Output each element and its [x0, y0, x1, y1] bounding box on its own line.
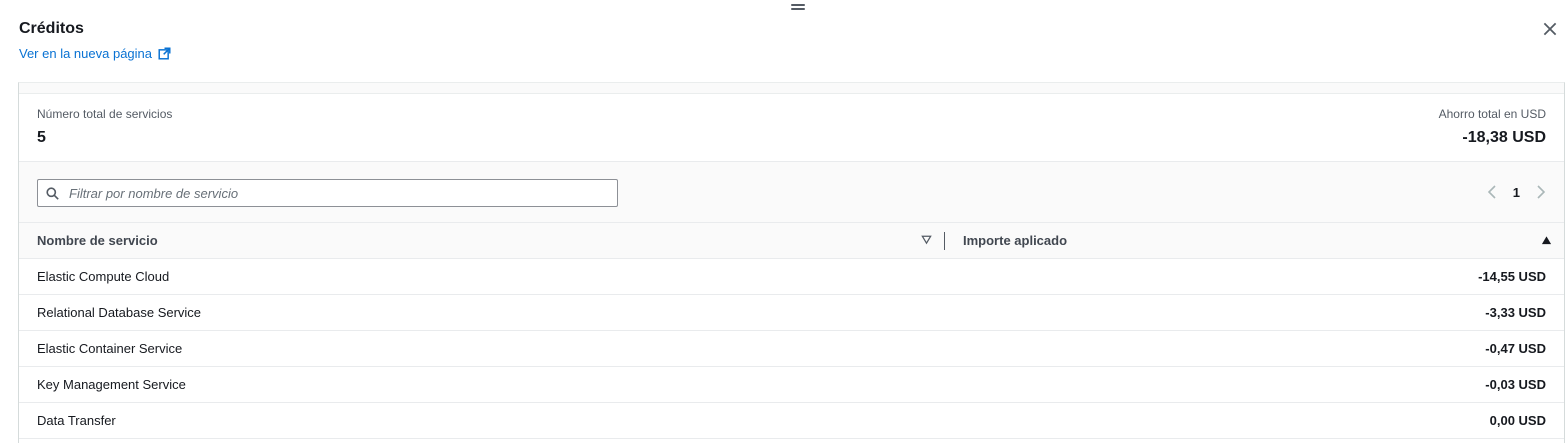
table-row: Data Transfer 0,00 USD	[19, 403, 1564, 439]
close-icon[interactable]	[1541, 20, 1559, 38]
applied-amount: 0,00 USD	[1489, 413, 1546, 428]
panel-title: Créditos	[19, 20, 84, 37]
total-services-value: 5	[37, 129, 46, 146]
applied-amount: -0,03 USD	[1485, 377, 1546, 392]
drag-handle-icon[interactable]	[791, 2, 805, 14]
table-row: Key Management Service -0,03 USD	[19, 367, 1564, 403]
open-new-page-link[interactable]: Ver en la nueva página	[19, 46, 171, 61]
credits-panel: Número total de servicios 5 Ahorro total…	[18, 82, 1565, 443]
table-row: Elastic Compute Cloud -14,55 USD	[19, 259, 1564, 295]
next-page-icon[interactable]	[1536, 184, 1546, 200]
previous-page-icon[interactable]	[1487, 184, 1497, 200]
filter-box[interactable]	[37, 179, 618, 207]
applied-amount: -0,47 USD	[1485, 341, 1546, 356]
service-name: Relational Database Service	[37, 305, 202, 320]
service-name: Elastic Compute Cloud	[37, 269, 170, 284]
external-link-icon	[158, 47, 171, 60]
total-services-label: Número total de servicios	[37, 107, 173, 121]
summary-section: Número total de servicios 5 Ahorro total…	[19, 94, 1564, 162]
table-row: Elastic Container Service -0,47 USD	[19, 331, 1564, 367]
column-header-service[interactable]: Nombre de servicio	[37, 233, 158, 248]
search-icon	[46, 186, 59, 200]
table-body: Elastic Compute Cloud -14,55 USD Relatio…	[19, 259, 1564, 439]
service-name: Key Management Service	[37, 377, 186, 392]
sort-down-icon[interactable]	[921, 234, 932, 245]
page-number[interactable]: 1	[1513, 185, 1520, 200]
applied-amount: -14,55 USD	[1478, 269, 1546, 284]
column-resizer[interactable]	[944, 232, 945, 250]
pagination: 1	[1487, 184, 1546, 200]
column-header-amount[interactable]: Importe aplicado	[963, 233, 1067, 248]
filter-input[interactable]	[67, 184, 591, 202]
total-savings-value: -18,38 USD	[1462, 129, 1546, 146]
table-toolbar: 1	[19, 162, 1564, 223]
open-new-page-label: Ver en la nueva página	[19, 46, 152, 61]
total-savings-label: Ahorro total en USD	[1438, 107, 1546, 121]
panel-top-strip	[19, 83, 1564, 94]
table-header: Nombre de servicio Importe aplicado	[19, 223, 1564, 259]
applied-amount: -3,33 USD	[1485, 305, 1546, 320]
service-name: Data Transfer	[37, 413, 116, 428]
service-name: Elastic Container Service	[37, 341, 183, 356]
sort-up-icon[interactable]	[1541, 235, 1552, 245]
table-row: Relational Database Service -3,33 USD	[19, 295, 1564, 331]
